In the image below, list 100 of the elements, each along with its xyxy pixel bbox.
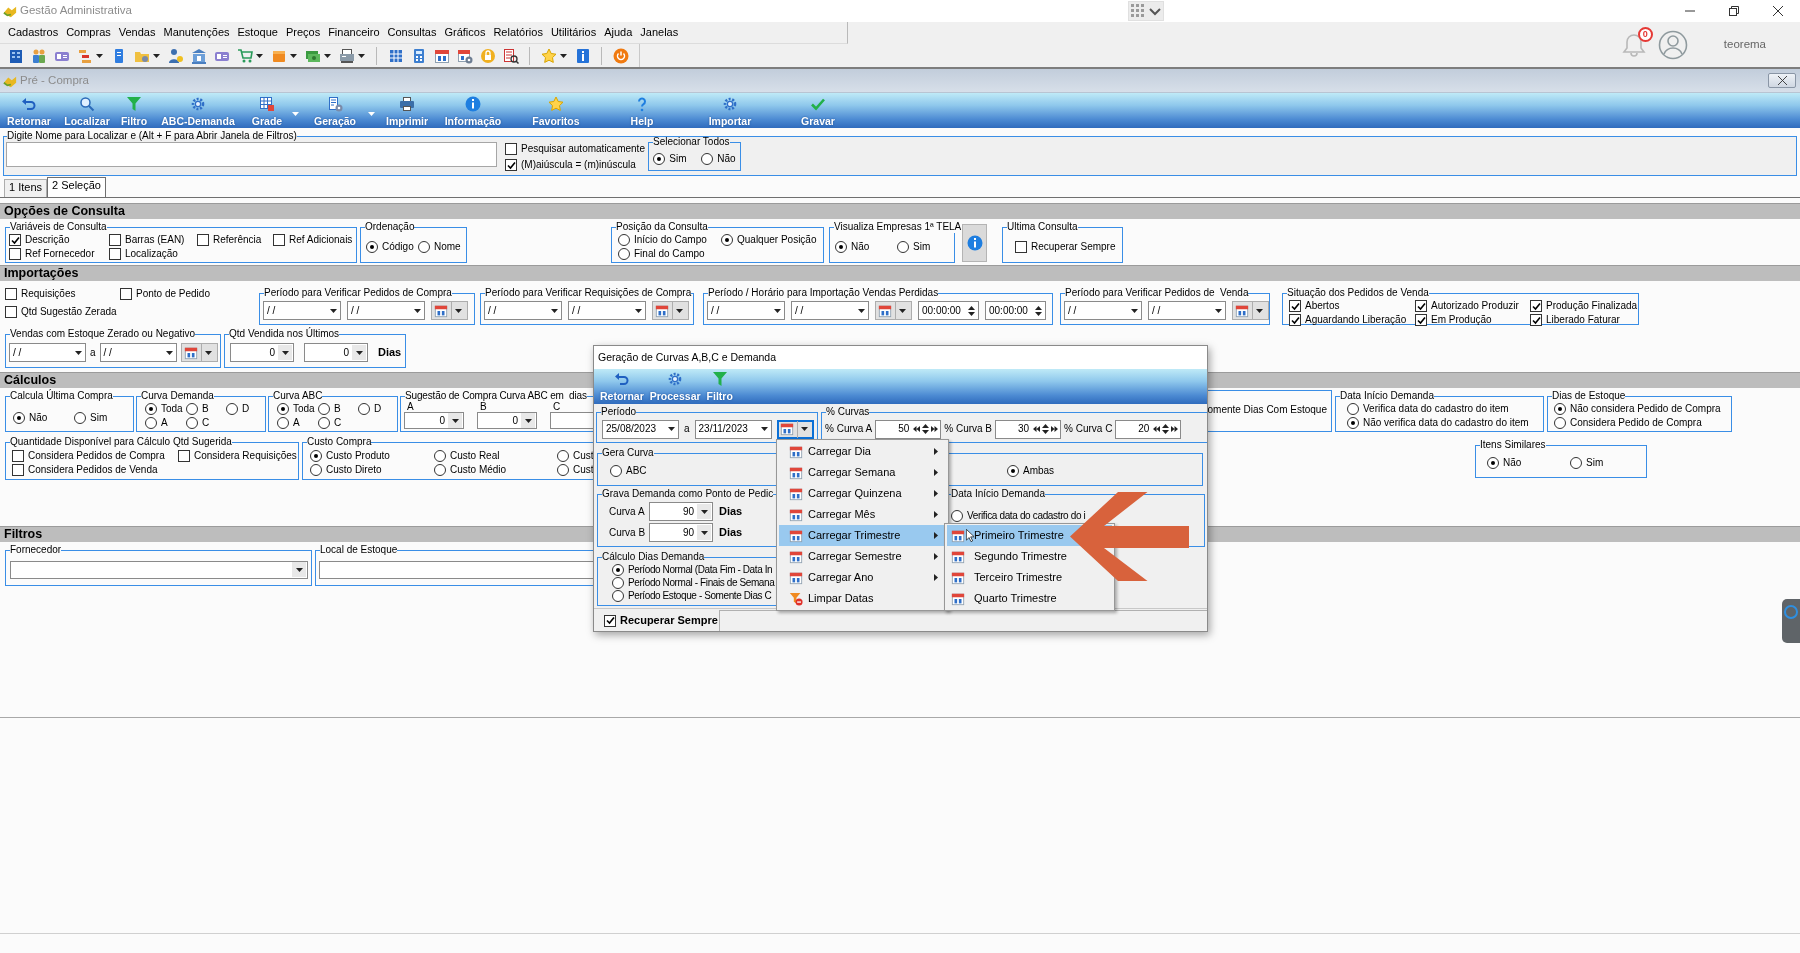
checkbox[interactable]	[1289, 300, 1301, 312]
menu-item[interactable]: Carregar Dia	[779, 441, 946, 462]
caret-icon[interactable]	[290, 53, 297, 58]
radio-button[interactable]	[318, 417, 330, 429]
checkbox[interactable]	[505, 143, 517, 155]
calendar-button[interactable]	[875, 301, 912, 320]
radio-button[interactable]	[1347, 417, 1359, 429]
radio-button[interactable]	[612, 590, 624, 602]
power-icon[interactable]	[612, 47, 629, 64]
menu-item[interactable]: Carregar Semestre	[779, 546, 946, 567]
caret-icon[interactable]	[256, 53, 263, 58]
menu-item[interactable]: Carregar Quinzena	[779, 483, 946, 504]
checkbox[interactable]	[273, 234, 285, 246]
radio-button[interactable]	[318, 403, 330, 415]
caret-icon[interactable]	[96, 53, 103, 58]
menu-item[interactable]: Preços	[281, 25, 325, 40]
radio-button[interactable]	[1570, 457, 1582, 469]
menu-item[interactable]: Cadastros	[4, 25, 63, 40]
dropdown-field[interactable]	[10, 560, 308, 579]
caret-icon[interactable]	[324, 53, 331, 58]
calendar-button[interactable]	[1232, 301, 1269, 320]
radio-button[interactable]	[835, 240, 847, 253]
menu-item[interactable]: Consultas	[383, 25, 441, 40]
checkbox[interactable]	[1415, 314, 1427, 326]
dropdown-field[interactable]: 0	[230, 343, 294, 362]
menu-item[interactable]: Financeiro	[324, 25, 384, 40]
menu-item[interactable]: Limpar Datas	[779, 588, 946, 609]
checkbox[interactable]	[197, 234, 209, 246]
tab[interactable]: 2 Seleção	[47, 177, 106, 197]
menu-item[interactable]: Terceiro Trimestre	[947, 567, 1112, 588]
apps-button[interactable]	[1128, 1, 1164, 21]
menu-item[interactable]: Carregar Ano	[779, 567, 946, 588]
date-dropdown[interactable]: / /	[707, 301, 785, 320]
radio-button[interactable]	[310, 449, 322, 462]
radio-button[interactable]	[418, 240, 430, 253]
checkbox[interactable]	[5, 288, 17, 300]
people-icon[interactable]	[30, 47, 47, 64]
calendar-gear-icon[interactable]	[456, 47, 473, 64]
date-dropdown[interactable]: / /	[347, 301, 425, 320]
toolbar-button[interactable]: Localizar	[56, 93, 118, 128]
caret-icon[interactable]	[560, 53, 567, 58]
date-dropdown[interactable]: / /	[263, 301, 341, 320]
radio-button[interactable]	[366, 240, 378, 253]
toolbar-button[interactable]: ABC-Demanda	[150, 93, 246, 128]
radio-button[interactable]	[1007, 465, 1019, 477]
dropdown-field[interactable]: 0	[404, 412, 464, 429]
radio-button[interactable]	[277, 417, 289, 429]
toolbar-button[interactable]: Favoritos	[514, 93, 598, 128]
radio-button[interactable]	[557, 463, 569, 476]
menu-item[interactable]: Utilitários	[546, 25, 601, 40]
caret-icon[interactable]	[153, 53, 160, 58]
caret-icon[interactable]	[358, 53, 365, 58]
radio-button[interactable]	[618, 234, 630, 246]
checkbox[interactable]	[12, 449, 24, 462]
menu-item[interactable]: Carregar Trimestre	[779, 525, 946, 546]
menu-item[interactable]: Vendas	[114, 25, 160, 40]
date-dropdown[interactable]: / /	[9, 343, 86, 362]
calendar-button[interactable]	[652, 301, 689, 320]
radio-button[interactable]	[1487, 457, 1499, 469]
info-button[interactable]	[962, 224, 987, 262]
checkbox[interactable]	[109, 234, 121, 246]
toolbar-button[interactable]: Informação	[432, 93, 514, 128]
date-dropdown[interactable]: / /	[1064, 301, 1142, 320]
radio-button[interactable]	[434, 449, 446, 462]
menu-item[interactable]: Compras	[62, 25, 115, 40]
percent-spinner[interactable]: 30	[995, 419, 1062, 439]
checkbox[interactable]	[9, 234, 21, 246]
checkbox[interactable]	[604, 614, 616, 627]
radio-button[interactable]	[1347, 403, 1359, 415]
dropdown-field[interactable]: 0	[477, 412, 537, 429]
radio-button[interactable]	[434, 463, 446, 476]
radio-button[interactable]	[557, 449, 569, 462]
star-icon[interactable]	[540, 47, 557, 64]
radio-button[interactable]	[618, 248, 630, 260]
radio-button[interactable]	[145, 403, 157, 415]
info-icon[interactable]	[574, 47, 591, 64]
date-dropdown[interactable]: / /	[99, 343, 177, 362]
date-dropdown[interactable]: / /	[484, 301, 562, 320]
toolbar-button[interactable]: Geração	[306, 93, 382, 128]
side-handle-icon[interactable]	[1782, 599, 1800, 643]
radio-button[interactable]	[226, 403, 238, 415]
radio-button[interactable]	[74, 411, 86, 424]
checkbox[interactable]	[1530, 314, 1542, 326]
radio-button[interactable]	[1554, 403, 1566, 415]
calendar-button[interactable]	[180, 343, 218, 362]
calendar-button[interactable]	[431, 301, 468, 320]
radio-button[interactable]	[186, 417, 198, 429]
menu-item[interactable]: Carregar Semana	[779, 462, 946, 483]
toolbar-button[interactable]: Grade	[246, 93, 306, 128]
org-chart-icon[interactable]	[76, 47, 93, 64]
report-icon[interactable]	[502, 47, 519, 64]
calendar-icon[interactable]	[433, 47, 450, 64]
date-dropdown[interactable]: / /	[791, 301, 869, 320]
toolbar-button[interactable]: Imprimir	[382, 93, 432, 128]
calendar-button[interactable]	[776, 419, 814, 439]
radio-button[interactable]	[701, 153, 714, 165]
date-dropdown[interactable]: 23/11/2023	[694, 419, 772, 439]
building-icon[interactable]	[7, 47, 24, 64]
checkbox[interactable]	[9, 248, 21, 260]
printer-icon[interactable]	[338, 47, 355, 64]
